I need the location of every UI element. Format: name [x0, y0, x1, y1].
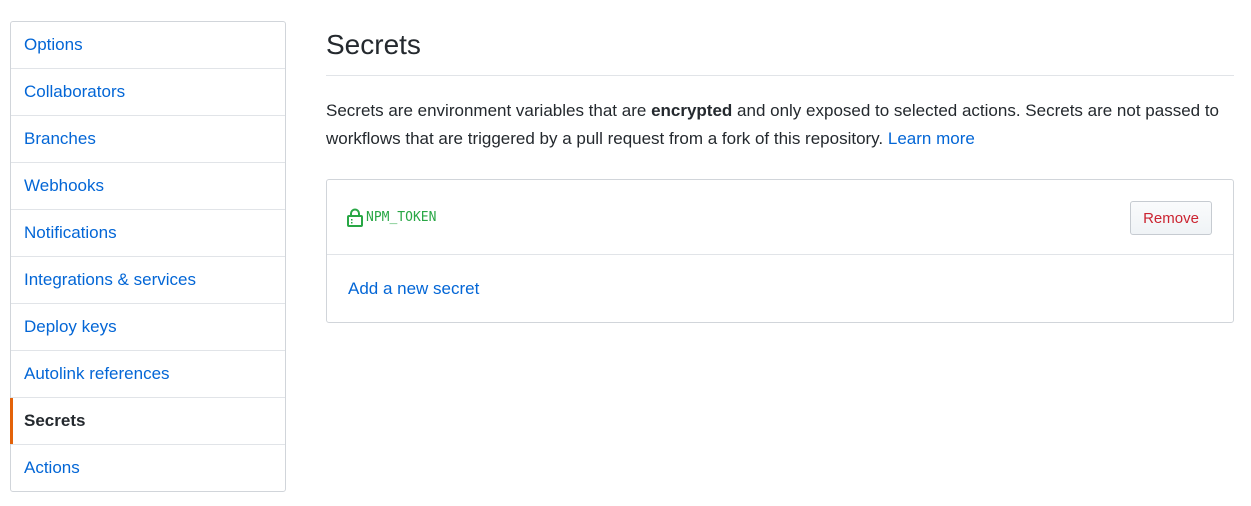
learn-more-link[interactable]: Learn more: [888, 129, 975, 148]
lock-icon: [347, 208, 363, 227]
description-emphasis: encrypted: [651, 101, 733, 120]
description-text-1: Secrets are environment variables that a…: [326, 101, 652, 120]
sidebar-item-actions[interactable]: Actions: [11, 444, 285, 491]
secret-row: NPM_TOKEN Remove: [327, 180, 1233, 255]
secret-name: NPM_TOKEN: [347, 208, 436, 227]
page-title: Secrets: [326, 0, 1234, 76]
sidebar-item-webhooks[interactable]: Webhooks: [11, 162, 285, 209]
add-secret-row: Add a new secret: [327, 255, 1233, 322]
sidebar-item-notifications[interactable]: Notifications: [11, 209, 285, 256]
remove-secret-button[interactable]: Remove: [1130, 201, 1212, 235]
sidebar-item-integrations-services[interactable]: Integrations & services: [11, 256, 285, 303]
sidebar-item-deploy-keys[interactable]: Deploy keys: [11, 303, 285, 350]
sidebar-item-collaborators[interactable]: Collaborators: [11, 68, 285, 115]
settings-sidebar: Options Collaborators Branches Webhooks …: [10, 21, 286, 492]
sidebar-item-options[interactable]: Options: [11, 22, 285, 68]
secret-name-text: NPM_TOKEN: [366, 210, 437, 225]
secrets-description: Secrets are environment variables that a…: [326, 97, 1234, 153]
sidebar-item-branches[interactable]: Branches: [11, 115, 285, 162]
secrets-list: NPM_TOKEN Remove Add a new secret: [326, 179, 1234, 323]
sidebar-item-autolink-references[interactable]: Autolink references: [11, 350, 285, 397]
sidebar-item-secrets[interactable]: Secrets: [10, 397, 285, 444]
main-content: Secrets Secrets are environment variable…: [326, 0, 1234, 323]
add-new-secret-link[interactable]: Add a new secret: [348, 279, 479, 298]
